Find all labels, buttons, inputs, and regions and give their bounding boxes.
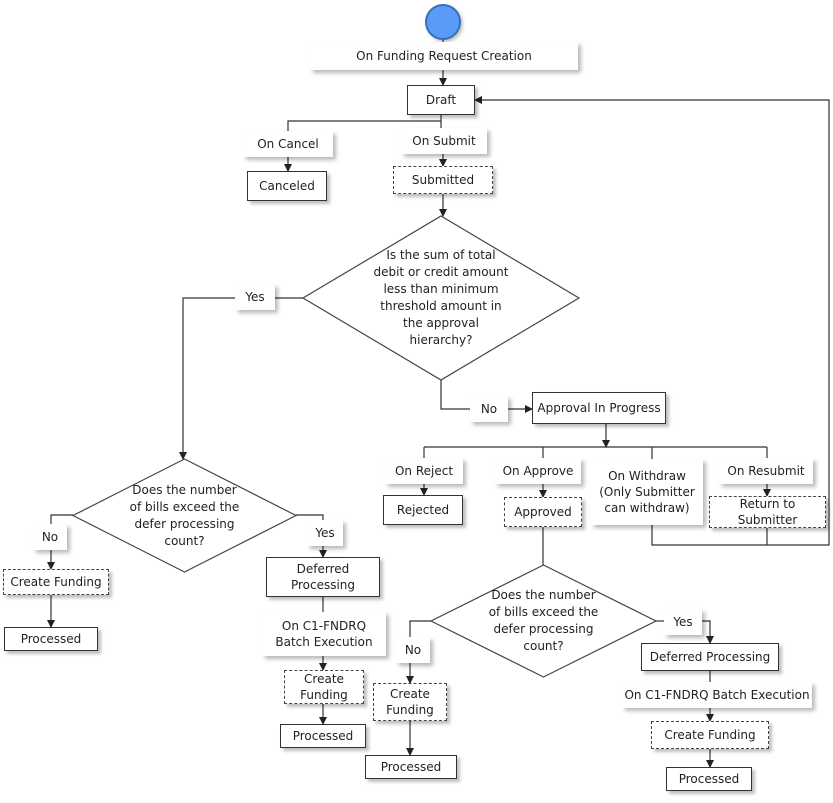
transient-state-approved: Approved <box>504 497 582 527</box>
start-node-icon <box>425 4 461 40</box>
state-processed-l1: Processed <box>4 627 98 651</box>
transient-state-create-r1: Create Funding <box>373 683 447 721</box>
event-label-ev-batch-r: On C1-FNDRQ Batch Execution <box>622 682 812 708</box>
transient-state-create-r2: Create Funding <box>651 721 769 749</box>
state-deferred-r: Deferred Processing <box>641 643 779 671</box>
decision-text: Does the number of bills exceed the defe… <box>488 588 599 653</box>
transient-state-submitted: Submitted <box>393 166 493 194</box>
connector-yes-defer-left <box>179 297 235 460</box>
connector-yes-deferred-r <box>702 620 714 644</box>
event-label-ev-creation: On Funding Request Creation <box>310 42 578 70</box>
event-label-lbl-no-r: No <box>396 637 430 663</box>
event-label-ev-withdraw: On Withdraw (Only Submitter can withdraw… <box>591 459 703 525</box>
state-draft: Draft <box>407 85 475 115</box>
state-processed-l2: Processed <box>280 724 366 748</box>
connector-defer-right-no <box>409 620 431 637</box>
event-label-ev-reject: On Reject <box>385 458 463 484</box>
state-deferred-l: Deferred Processing <box>266 557 380 597</box>
event-label-lbl-yes-r: Yes <box>664 609 702 635</box>
event-label-lbl-no1: No <box>470 396 508 422</box>
event-label-ev-approve: On Approve <box>495 458 581 484</box>
transient-state-create-l2: Create Funding <box>284 670 364 704</box>
state-processed-r1: Processed <box>365 755 457 779</box>
connector-defer-left-no <box>50 514 73 524</box>
transient-state-create-l1: Create Funding <box>3 569 109 595</box>
flowchart-canvas: On Funding Request Creation Draft On Cance… <box>0 0 833 803</box>
event-label-lbl-yes-l: Yes <box>307 520 343 546</box>
state-approval: Approval In Progress <box>532 392 666 424</box>
event-label-ev-submit: On Submit <box>401 128 487 154</box>
state-canceled: Canceled <box>247 171 327 201</box>
transient-state-return-sub: Return to Submitter <box>709 496 826 528</box>
event-label-ev-batch-l: On C1-FNDRQ Batch Execution <box>262 612 386 656</box>
event-label-ev-cancel: On Cancel <box>243 131 333 157</box>
connector-decision-no <box>440 380 470 410</box>
event-label-lbl-no-l: No <box>33 524 67 550</box>
state-rejected: Rejected <box>383 495 463 525</box>
event-label-lbl-yes1: Yes <box>235 284 275 310</box>
decision-text: Is the sum of total debit or credit amou… <box>373 248 509 347</box>
state-processed-r2: Processed <box>666 767 752 791</box>
decision-text: Does the number of bills exceed the defe… <box>129 482 240 548</box>
event-label-ev-resubmit: On Resubmit <box>719 458 813 484</box>
